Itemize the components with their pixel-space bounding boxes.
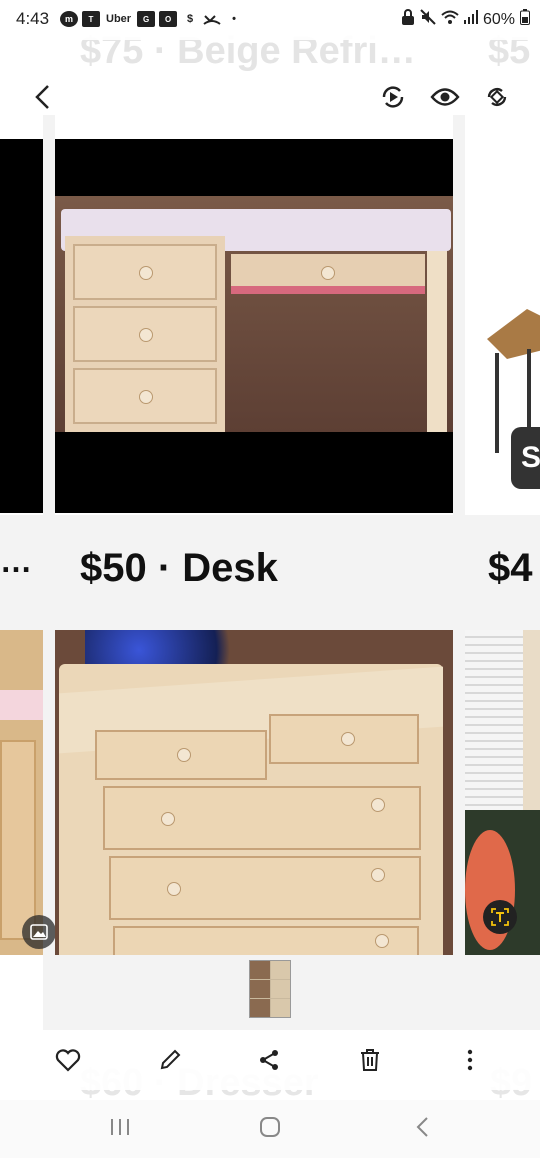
listing-title-left: …	[0, 543, 32, 579]
status-bar: 4:43 m T Uber G O $ • 60%	[0, 0, 540, 40]
notification-icons: m T Uber G O $ •	[60, 11, 243, 27]
wifi-icon	[441, 10, 459, 29]
messenger-icon: m	[60, 11, 78, 27]
google-pay-icon: G	[137, 11, 156, 27]
battery-icon	[520, 9, 530, 30]
heart-icon	[55, 1049, 81, 1072]
more-options-button[interactable]	[452, 1042, 488, 1078]
view-icon	[430, 88, 460, 106]
favorite-button[interactable]	[50, 1042, 86, 1078]
status-time: 4:43	[16, 9, 50, 28]
share-button[interactable]	[251, 1042, 287, 1078]
remaster-button[interactable]	[376, 80, 410, 114]
delete-button[interactable]	[352, 1042, 388, 1078]
listing-card-right-2[interactable]	[465, 630, 540, 955]
listing-photo	[0, 630, 43, 955]
home-button[interactable]	[250, 1112, 290, 1142]
filmstrip-thumbnail[interactable]	[249, 960, 291, 1018]
view-button[interactable]	[428, 80, 462, 114]
trash-icon	[361, 1049, 379, 1071]
system-nav-bar	[0, 1100, 540, 1158]
back-icon	[35, 85, 49, 109]
listing-title-right: $4	[488, 546, 533, 590]
missed-call-icon	[203, 11, 221, 27]
more-vertical-icon	[467, 1049, 473, 1071]
signal-icon	[463, 10, 478, 29]
back-button[interactable]	[26, 80, 60, 114]
gallery-badge	[22, 915, 56, 949]
listing-card-dresser[interactable]	[55, 630, 453, 955]
listing-photo: S	[465, 139, 540, 513]
edit-button[interactable]	[152, 1042, 188, 1078]
back-nav-button[interactable]	[402, 1112, 442, 1142]
pencil-icon	[160, 1049, 181, 1070]
more-notifications-icon: •	[232, 13, 236, 25]
rotate-button[interactable]	[480, 80, 514, 114]
text-extract-badge	[483, 900, 517, 934]
cash-app-icon: $	[187, 13, 194, 25]
teams-icon: T	[82, 11, 100, 27]
home-icon	[260, 1117, 280, 1137]
share-icon	[260, 1050, 278, 1070]
recent-apps-button[interactable]	[100, 1112, 140, 1142]
mute-icon	[420, 9, 436, 30]
screenshot-viewer[interactable]: S … $50 · Desk $4	[0, 115, 540, 1030]
image-icon	[30, 924, 48, 940]
text-extract-icon	[491, 908, 509, 926]
system-icons: 60%	[401, 9, 530, 30]
recents-icon	[111, 1119, 129, 1135]
desk-photo	[55, 139, 453, 513]
top-toolbar	[0, 68, 540, 126]
outlook-icon: O	[159, 11, 178, 27]
battery-percent: 60%	[482, 10, 515, 28]
bottom-action-bar	[0, 1030, 540, 1090]
listing-card-right[interactable]: S	[465, 115, 540, 515]
listing-card-left[interactable]	[0, 115, 43, 515]
uber-icon: Uber	[106, 13, 132, 25]
back-chevron-icon	[416, 1117, 428, 1137]
dresser-photo	[55, 630, 453, 955]
remaster-icon	[382, 86, 404, 108]
listing-photo	[0, 139, 43, 513]
rotate-icon	[487, 88, 507, 106]
lock-icon	[401, 9, 415, 30]
listing-card-left-2[interactable]	[0, 630, 56, 1030]
listing-title-desk: $50 · Desk	[80, 546, 278, 590]
listing-card-desk[interactable]	[55, 115, 453, 515]
sticker-badge: S	[511, 427, 540, 489]
